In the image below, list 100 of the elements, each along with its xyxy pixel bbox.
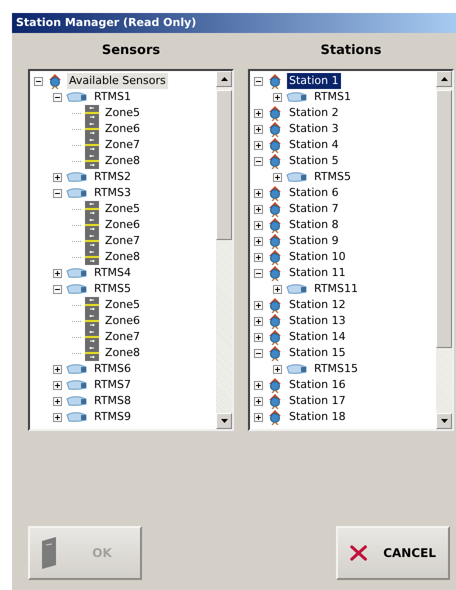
tree-item[interactable]: Station 10 bbox=[287, 249, 348, 265]
lane-icon bbox=[85, 201, 99, 217]
expand-toggle[interactable] bbox=[254, 204, 263, 214]
scroll-thumb[interactable] bbox=[216, 90, 232, 240]
expand-toggle[interactable] bbox=[254, 412, 263, 422]
station-icon bbox=[267, 201, 283, 217]
expand-toggle[interactable] bbox=[273, 284, 282, 294]
expand-toggle[interactable] bbox=[53, 268, 62, 278]
tree-item[interactable]: Zone7 bbox=[103, 233, 142, 249]
tree-item[interactable]: Station 7 bbox=[287, 201, 341, 217]
sensor-icon bbox=[66, 171, 88, 183]
collapse-toggle[interactable] bbox=[53, 188, 62, 198]
expand-toggle[interactable] bbox=[254, 300, 263, 310]
expand-toggle[interactable] bbox=[254, 252, 263, 262]
window-title: Station Manager (Read Only) bbox=[12, 13, 456, 33]
tree-item[interactable]: RTMS1 bbox=[92, 89, 134, 105]
station-icon bbox=[267, 265, 283, 281]
expand-toggle[interactable] bbox=[254, 140, 263, 150]
tree-item[interactable]: Station 3 bbox=[287, 121, 341, 137]
scrollbar[interactable] bbox=[436, 71, 452, 429]
collapse-toggle[interactable] bbox=[254, 348, 263, 358]
expand-toggle[interactable] bbox=[254, 220, 263, 230]
tree-item[interactable]: Zone8 bbox=[103, 153, 142, 169]
tree-item[interactable]: Station 5 bbox=[287, 153, 341, 169]
sensor-icon bbox=[286, 283, 308, 295]
collapse-toggle[interactable] bbox=[254, 156, 263, 166]
expand-toggle[interactable] bbox=[53, 396, 62, 406]
tree-item[interactable]: Zone6 bbox=[103, 121, 142, 137]
tree-item[interactable]: Station 13 bbox=[287, 313, 348, 329]
scroll-down-icon[interactable] bbox=[220, 419, 228, 423]
tree-item[interactable]: RTMS5 bbox=[312, 169, 354, 185]
expand-toggle[interactable] bbox=[254, 236, 263, 246]
tree-item[interactable]: RTMS9 bbox=[92, 409, 134, 425]
tree-item[interactable]: RTMS1 bbox=[312, 89, 354, 105]
expand-toggle[interactable] bbox=[254, 124, 263, 134]
scrollbar[interactable] bbox=[216, 71, 232, 429]
tree-item[interactable]: Station 4 bbox=[287, 137, 341, 153]
collapse-toggle[interactable] bbox=[53, 284, 62, 294]
tree-item[interactable]: Zone6 bbox=[103, 217, 142, 233]
tree-item[interactable]: RTMS7 bbox=[92, 377, 134, 393]
tree-item[interactable]: Station 1 bbox=[287, 73, 341, 89]
tree-item[interactable]: Station 9 bbox=[287, 233, 341, 249]
tree-item[interactable]: Station 14 bbox=[287, 329, 348, 345]
tree-item[interactable]: Zone8 bbox=[103, 249, 142, 265]
tree-item[interactable]: Zone5 bbox=[103, 297, 142, 313]
tree-item[interactable]: Station 2 bbox=[287, 105, 341, 121]
expand-toggle[interactable] bbox=[254, 396, 263, 406]
lane-icon bbox=[85, 249, 99, 265]
tree-item[interactable]: Station 18 bbox=[287, 409, 348, 425]
collapse-toggle[interactable] bbox=[254, 76, 263, 86]
station-icon bbox=[267, 233, 283, 249]
expand-toggle[interactable] bbox=[254, 316, 263, 326]
tree-item[interactable]: RTMS2 bbox=[92, 169, 134, 185]
sensor-icon bbox=[286, 91, 308, 103]
scroll-up-icon[interactable] bbox=[220, 77, 228, 81]
tree-item[interactable]: Zone8 bbox=[103, 345, 142, 361]
expand-toggle[interactable] bbox=[254, 188, 263, 198]
tree-item[interactable]: RTMS4 bbox=[92, 265, 134, 281]
tree-item[interactable]: Available Sensors bbox=[67, 73, 168, 89]
expand-toggle[interactable] bbox=[53, 364, 62, 374]
station-icon bbox=[267, 137, 283, 153]
sensor-icon bbox=[66, 363, 88, 375]
expand-toggle[interactable] bbox=[273, 364, 282, 374]
tree-item[interactable]: Zone5 bbox=[103, 201, 142, 217]
tree-item[interactable]: Zone6 bbox=[103, 313, 142, 329]
tree-item[interactable]: Station 17 bbox=[287, 393, 348, 409]
collapse-toggle[interactable] bbox=[254, 268, 263, 278]
expand-toggle[interactable] bbox=[53, 380, 62, 390]
tree-item[interactable]: Zone5 bbox=[103, 105, 142, 121]
tree-item[interactable]: Station 16 bbox=[287, 377, 348, 393]
expand-toggle[interactable] bbox=[273, 92, 282, 102]
expand-toggle[interactable] bbox=[254, 380, 263, 390]
collapse-toggle[interactable] bbox=[53, 92, 62, 102]
sensor-icon bbox=[66, 283, 88, 295]
expand-toggle[interactable] bbox=[254, 108, 263, 118]
tree-item[interactable]: RTMS6 bbox=[92, 361, 134, 377]
tree-item[interactable]: Station 12 bbox=[287, 297, 348, 313]
expand-toggle[interactable] bbox=[273, 172, 282, 182]
station-icon bbox=[267, 153, 283, 169]
tree-item[interactable]: Station 15 bbox=[287, 345, 348, 361]
collapse-toggle[interactable] bbox=[34, 76, 43, 86]
scroll-thumb[interactable] bbox=[436, 90, 452, 348]
tree-item[interactable]: Station 8 bbox=[287, 217, 341, 233]
tree-item[interactable]: RTMS15 bbox=[312, 361, 360, 377]
tree-item[interactable]: Station 11 bbox=[287, 265, 348, 281]
expand-toggle[interactable] bbox=[53, 172, 62, 182]
sensor-icon bbox=[66, 187, 88, 199]
tree-item[interactable]: RTMS8 bbox=[92, 393, 134, 409]
tree-item[interactable]: Zone7 bbox=[103, 329, 142, 345]
scroll-down-icon[interactable] bbox=[440, 419, 448, 423]
expand-toggle[interactable] bbox=[254, 332, 263, 342]
expand-toggle[interactable] bbox=[53, 412, 62, 422]
scroll-up-icon[interactable] bbox=[440, 77, 448, 81]
tree-item[interactable]: RTMS11 bbox=[312, 281, 360, 297]
cancel-button[interactable]: CANCEL bbox=[336, 526, 450, 580]
tree-item[interactable]: RTMS3 bbox=[92, 185, 134, 201]
tree-item[interactable]: Zone7 bbox=[103, 137, 142, 153]
tree-item[interactable]: Station 6 bbox=[287, 185, 341, 201]
tree-item[interactable]: RTMS5 bbox=[92, 281, 134, 297]
lane-icon bbox=[85, 105, 99, 121]
